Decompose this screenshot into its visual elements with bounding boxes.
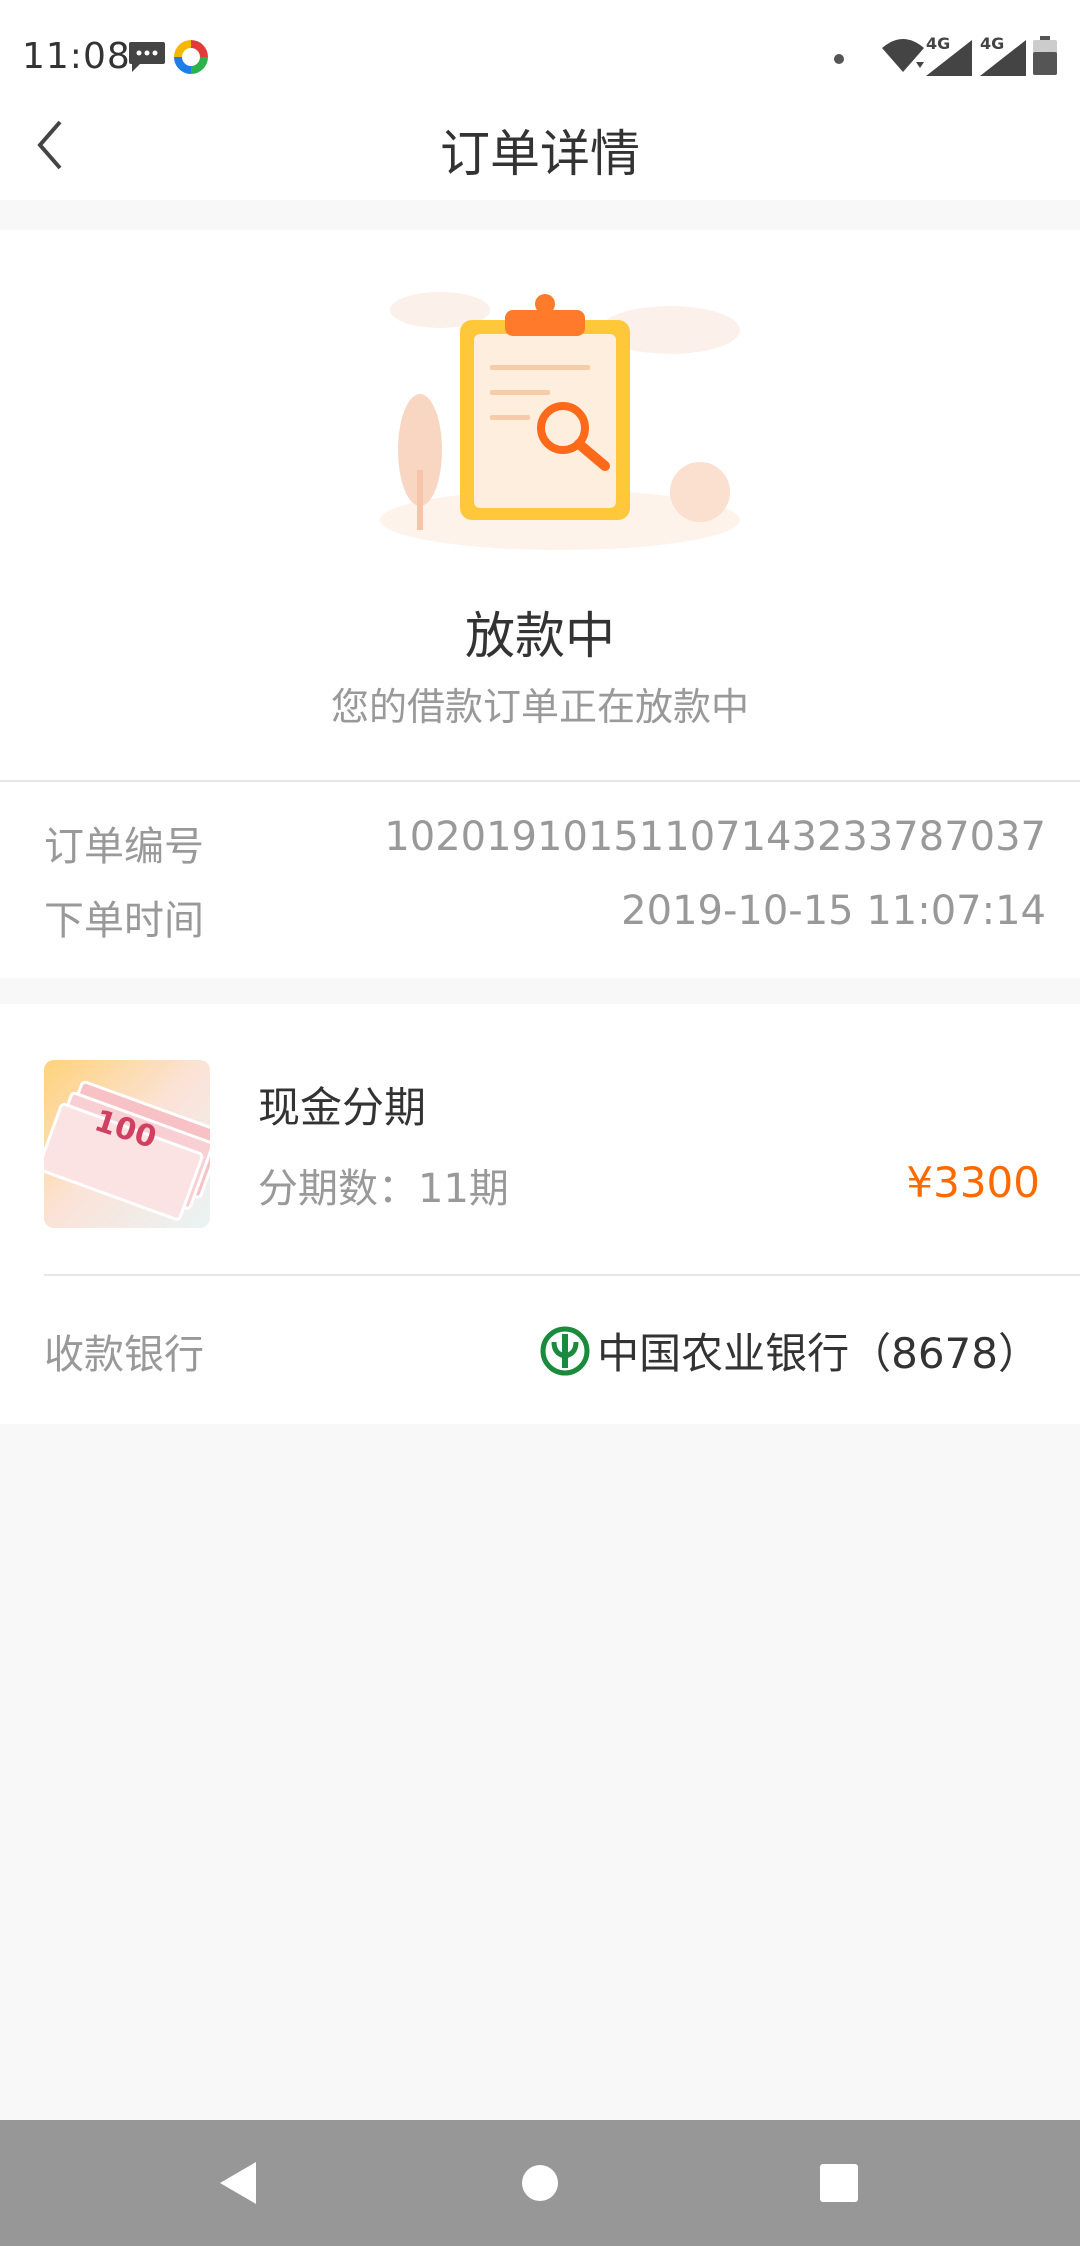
loan-status-card: 放款中 您的借款订单正在放款中 bbox=[0, 230, 1080, 780]
product-card: 100 现金分期 分期数：11期 ¥3300 收款银行 中国农业银行（8678） bbox=[0, 1004, 1080, 1424]
back-triangle-icon[interactable] bbox=[216, 2158, 260, 2212]
home-circle-icon[interactable] bbox=[518, 2158, 562, 2212]
signal-icon bbox=[926, 40, 974, 80]
battery-icon bbox=[1032, 36, 1058, 80]
status-time: 11:08 bbox=[22, 36, 131, 77]
installment-count: 分期数：11期 bbox=[258, 1166, 509, 1212]
recent-square-icon[interactable] bbox=[816, 2158, 860, 2212]
order-number-value: 10201910151107143233787037 bbox=[384, 814, 1046, 860]
loan-status-description: 您的借款订单正在放款中 bbox=[330, 685, 749, 729]
abc-bank-icon bbox=[540, 1326, 590, 1380]
loan-amount: ¥3300 bbox=[906, 1158, 1040, 1207]
dot-icon bbox=[834, 54, 844, 64]
signal-icon bbox=[980, 40, 1028, 80]
clipboard-magnifier-illustration bbox=[370, 270, 750, 574]
order-time-label: 下单时间 bbox=[44, 898, 204, 944]
page-title: 订单详情 bbox=[440, 125, 640, 183]
order-number-label: 订单编号 bbox=[44, 824, 204, 870]
loan-status-title: 放款中 bbox=[465, 607, 615, 665]
wifi-icon bbox=[880, 36, 926, 78]
header-bar: 订单详情 bbox=[0, 90, 1080, 200]
system-navigation-bar bbox=[0, 2120, 1080, 2246]
divider bbox=[44, 1274, 1080, 1276]
product-thumbnail: 100 bbox=[44, 1060, 210, 1228]
app-icon bbox=[172, 38, 210, 80]
order-time-value: 2019-10-15 11:07:14 bbox=[621, 888, 1046, 934]
message-icon bbox=[128, 40, 166, 78]
bank-name: 中国农业银行（8678） bbox=[597, 1329, 1040, 1378]
bank-label: 收款银行 bbox=[44, 1332, 204, 1378]
order-info-card: 订单编号 10201910151107143233787037 下单时间 201… bbox=[0, 782, 1080, 978]
product-name: 现金分期 bbox=[258, 1083, 427, 1132]
